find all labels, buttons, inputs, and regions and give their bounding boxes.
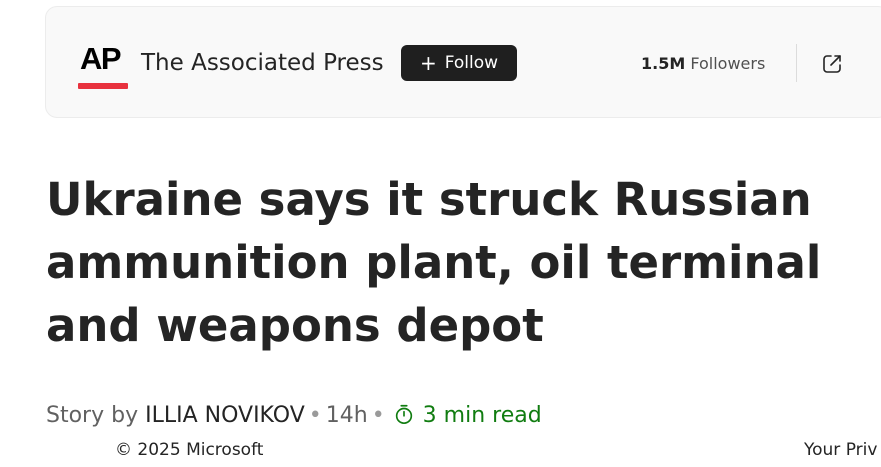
- article-headline: Ukraine says it struck Russian ammunitio…: [46, 173, 822, 352]
- article-age: 14h: [325, 403, 368, 428]
- byline-separator: •: [308, 403, 322, 428]
- publisher-card: AP The Associated Press + Follow 1.5M Fo…: [45, 6, 881, 118]
- author-name[interactable]: ILLIA NOVIKOV: [145, 403, 305, 428]
- publisher-logo-bar: [78, 83, 128, 89]
- followers-number: 1.5M: [641, 54, 686, 73]
- footer-copyright: © 2025 Microsoft: [115, 440, 264, 460]
- timer-icon: [393, 403, 415, 435]
- follow-button[interactable]: + Follow: [401, 45, 517, 81]
- article-byline: Story by ILLIA NOVIKOV • 14h • 3 min read: [46, 400, 542, 435]
- follow-label: Follow: [444, 53, 499, 73]
- byline-separator: •: [371, 403, 385, 428]
- publisher-logo[interactable]: AP: [78, 39, 128, 89]
- story-by-label: Story by: [46, 403, 139, 428]
- publisher-name[interactable]: The Associated Press: [141, 47, 384, 79]
- card-divider: [796, 44, 797, 82]
- read-time: 3 min read: [422, 403, 542, 428]
- article-page: AP The Associated Press + Follow 1.5M Fo…: [0, 0, 881, 467]
- privacy-link[interactable]: Your Priv: [804, 439, 877, 461]
- followers-label: Followers: [690, 54, 766, 73]
- plus-icon: +: [419, 51, 437, 75]
- publisher-logo-text: AP: [80, 41, 122, 76]
- share-external-icon[interactable]: [820, 52, 844, 76]
- followers-count: 1.5M Followers: [641, 54, 765, 74]
